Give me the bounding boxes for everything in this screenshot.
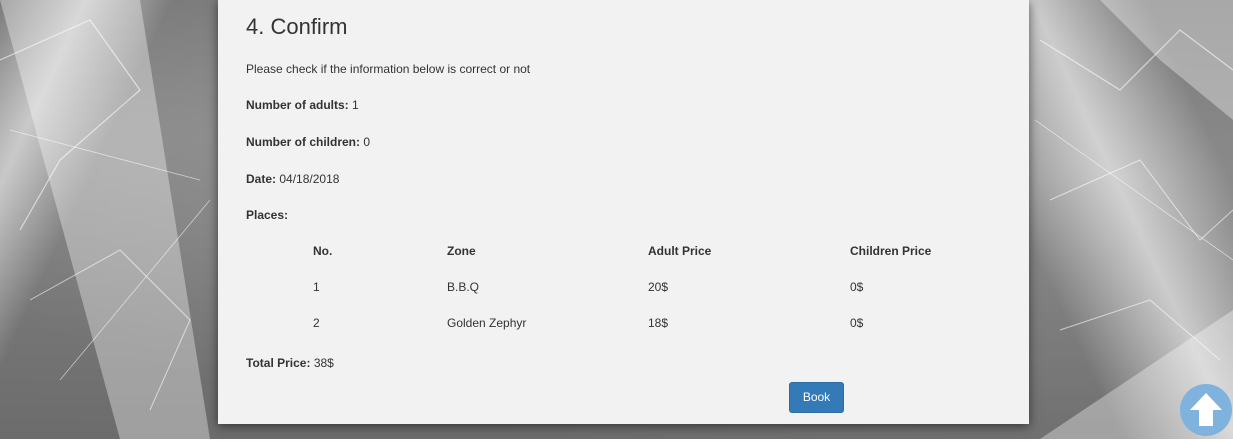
cell-adult-price: 20$ [648,280,669,294]
total-value: 38$ [313,356,334,370]
cell-no: 1 [313,280,320,294]
total-row: Total Price: 38$ [246,356,334,370]
cell-zone: B.B.Q [447,280,480,294]
table-row: 1 B.B.Q 20$ 0$ [246,269,1006,305]
cell-children-price: 0$ [850,316,864,330]
children-value: 0 [363,135,371,149]
page-title: 4. Confirm [246,14,348,39]
column-header-children-price: Children Price [850,244,932,258]
places-table: No. Zone Adult Price Children Price 1 B.… [246,233,1006,341]
total-label: Total Price: [246,356,311,370]
cell-zone: Golden Zephyr [447,316,527,330]
column-header-zone: Zone [447,244,476,258]
date-label: Date: [246,172,277,186]
arrow-up-icon [1190,393,1222,426]
instruction-text: Please check if the information below is… [246,62,531,76]
scroll-to-top-button[interactable] [1180,384,1232,436]
children-row: Number of children: 0 [246,135,370,149]
book-button[interactable]: Book [789,382,844,413]
confirm-panel: 4. Confirm Please check if the informati… [218,0,1029,424]
column-header-no: No. [313,244,333,258]
places-row: Places: [246,208,288,222]
children-label: Number of children: [246,135,361,149]
adults-value: 1 [352,98,359,112]
column-header-adult-price: Adult Price [648,244,712,258]
date-value: 04/18/2018 [279,172,340,186]
table-row: 2 Golden Zephyr 18$ 0$ [246,305,1006,341]
cell-adult-price: 18$ [648,316,669,330]
date-row: Date: 04/18/2018 [246,172,339,186]
places-label: Places: [246,208,289,222]
cell-no: 2 [313,316,320,330]
adults-label: Number of adults: [246,98,349,112]
cell-children-price: 0$ [850,280,864,294]
table-header-row: No. Zone Adult Price Children Price [246,233,1006,269]
adults-row: Number of adults: 1 [246,98,359,112]
